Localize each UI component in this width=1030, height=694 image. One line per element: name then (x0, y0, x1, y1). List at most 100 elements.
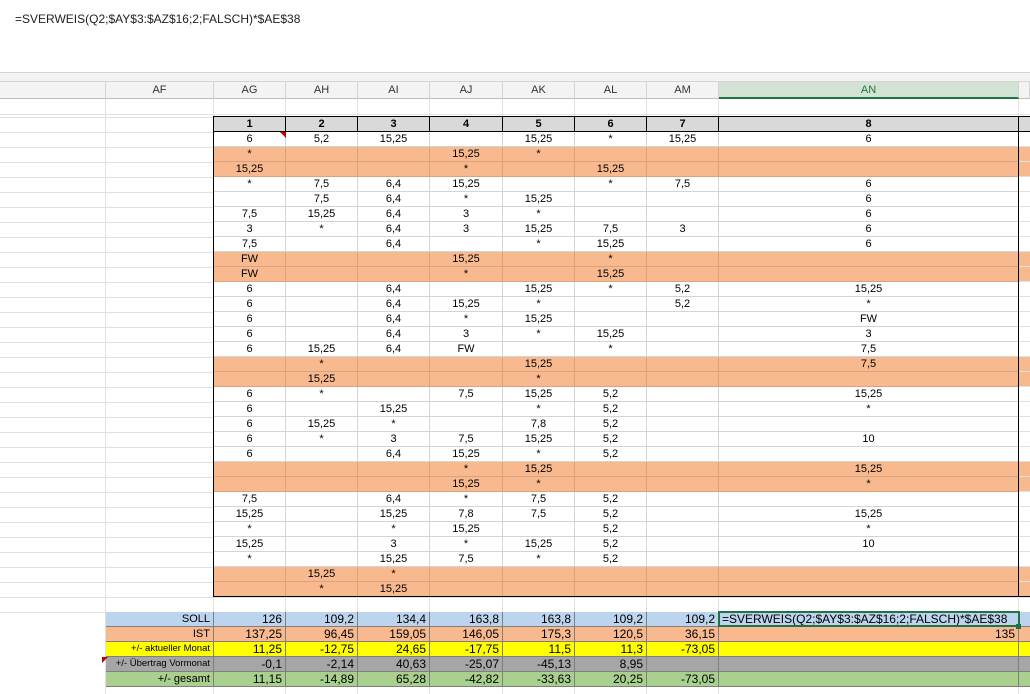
table-cell[interactable] (575, 477, 647, 492)
table-cell[interactable] (214, 567, 286, 582)
table-cell[interactable]: 6,4 (358, 192, 430, 207)
summary-value[interactable]: 11,5 (503, 642, 575, 657)
table-cell[interactable]: 15,25 (430, 252, 503, 267)
table-cell[interactable] (286, 282, 358, 297)
column-header-next[interactable] (1019, 82, 1030, 99)
table-cell[interactable]: * (503, 327, 575, 342)
table-cell[interactable]: 15,25 (503, 432, 575, 447)
table-cell[interactable]: 6,4 (358, 222, 430, 237)
table-cell[interactable]: 6 (214, 297, 286, 312)
summary-value[interactable] (647, 657, 719, 672)
summary-value[interactable]: 126 (214, 612, 286, 627)
table-cell[interactable]: * (503, 297, 575, 312)
table-cell[interactable]: 15,25 (575, 237, 647, 252)
table-cell[interactable]: 15,25 (719, 462, 1019, 477)
table-cell[interactable] (575, 462, 647, 477)
table-cell[interactable] (719, 267, 1019, 282)
table-cell[interactable] (647, 342, 719, 357)
table-header-7[interactable]: 7 (647, 117, 719, 132)
summary-value[interactable]: 137,25 (214, 627, 286, 642)
table-cell[interactable]: 5,2 (575, 447, 647, 462)
table-cell[interactable] (575, 582, 647, 597)
table-cell[interactable] (503, 582, 575, 597)
table-cell[interactable] (647, 147, 719, 162)
table-cell[interactable]: * (430, 492, 503, 507)
table-cell[interactable]: 15,25 (286, 417, 358, 432)
table-cell[interactable]: FW (214, 267, 286, 282)
table-cell[interactable]: 5,2 (575, 432, 647, 447)
table-cell[interactable]: 5,2 (286, 132, 358, 147)
table-cell[interactable]: 7,5 (503, 507, 575, 522)
table-cell[interactable] (719, 582, 1019, 597)
table-cell[interactable]: 15,25 (503, 192, 575, 207)
table-cell[interactable] (647, 492, 719, 507)
table-cell[interactable]: 6 (214, 432, 286, 447)
table-header-3[interactable]: 3 (358, 117, 430, 132)
table-cell[interactable]: * (503, 237, 575, 252)
table-cell[interactable]: 6,4 (358, 207, 430, 222)
table-cell[interactable]: * (286, 222, 358, 237)
table-cell[interactable] (647, 207, 719, 222)
table-cell[interactable] (647, 267, 719, 282)
table-cell[interactable]: FW (719, 312, 1019, 327)
table-cell[interactable]: * (575, 282, 647, 297)
summary-value[interactable]: 24,65 (358, 642, 430, 657)
table-cell[interactable] (647, 417, 719, 432)
table-cell[interactable]: 5,2 (575, 552, 647, 567)
table-cell[interactable]: 3 (430, 207, 503, 222)
table-cell[interactable]: * (430, 537, 503, 552)
table-cell[interactable]: * (503, 147, 575, 162)
table-cell[interactable] (575, 312, 647, 327)
table-cell[interactable]: 15,25 (358, 402, 430, 417)
comment-indicator[interactable] (280, 132, 286, 138)
table-cell[interactable]: * (503, 372, 575, 387)
table-cell[interactable]: 10 (719, 432, 1019, 447)
table-cell[interactable] (430, 282, 503, 297)
table-cell[interactable]: 3 (358, 432, 430, 447)
formula-text[interactable]: =SVERWEIS(Q2;$AY$3:$AZ$16;2;FALSCH)*$AE$… (15, 12, 300, 26)
table-cell[interactable]: * (214, 552, 286, 567)
table-cell[interactable] (647, 447, 719, 462)
table-cell[interactable] (430, 417, 503, 432)
table-cell[interactable]: 15,25 (647, 132, 719, 147)
summary-value[interactable]: 159,05 (358, 627, 430, 642)
table-cell[interactable]: 15,25 (719, 387, 1019, 402)
table-cell[interactable] (647, 312, 719, 327)
summary-value[interactable]: -0,1 (214, 657, 286, 672)
table-cell[interactable] (358, 147, 430, 162)
table-cell[interactable]: * (719, 297, 1019, 312)
table-cell[interactable]: 5,2 (575, 522, 647, 537)
table-cell[interactable]: * (286, 387, 358, 402)
table-cell[interactable]: * (503, 552, 575, 567)
table-cell[interactable] (286, 237, 358, 252)
table-cell[interactable] (647, 462, 719, 477)
table-cell[interactable] (358, 252, 430, 267)
table-cell[interactable]: 15,25 (503, 282, 575, 297)
table-cell[interactable]: 3 (647, 222, 719, 237)
table-cell[interactable] (719, 372, 1019, 387)
summary-value[interactable]: -42,82 (430, 672, 503, 687)
table-cell[interactable]: 15,25 (214, 507, 286, 522)
table-cell[interactable]: 6,4 (358, 327, 430, 342)
table-cell[interactable] (575, 207, 647, 222)
table-cell[interactable] (286, 312, 358, 327)
table-cell[interactable]: * (214, 522, 286, 537)
table-cell[interactable]: 10 (719, 537, 1019, 552)
table-cell[interactable]: 7,5 (430, 387, 503, 402)
table-cell[interactable]: 6,4 (358, 282, 430, 297)
table-cell[interactable]: 15,25 (358, 132, 430, 147)
table-cell[interactable] (286, 522, 358, 537)
table-cell[interactable] (647, 477, 719, 492)
table-cell[interactable]: 6 (719, 222, 1019, 237)
table-cell[interactable]: 6 (719, 177, 1019, 192)
table-cell[interactable] (647, 387, 719, 402)
column-header-af[interactable]: AF (106, 82, 214, 99)
table-cell[interactable] (286, 327, 358, 342)
column-header-ak[interactable]: AK (503, 82, 575, 99)
summary-value[interactable]: 120,5 (575, 627, 647, 642)
table-cell[interactable]: 15,25 (430, 477, 503, 492)
table-cell[interactable] (286, 537, 358, 552)
summary-value[interactable]: 65,28 (358, 672, 430, 687)
column-header-an[interactable]: AN (719, 82, 1019, 99)
summary-value[interactable]: 20,25 (575, 672, 647, 687)
